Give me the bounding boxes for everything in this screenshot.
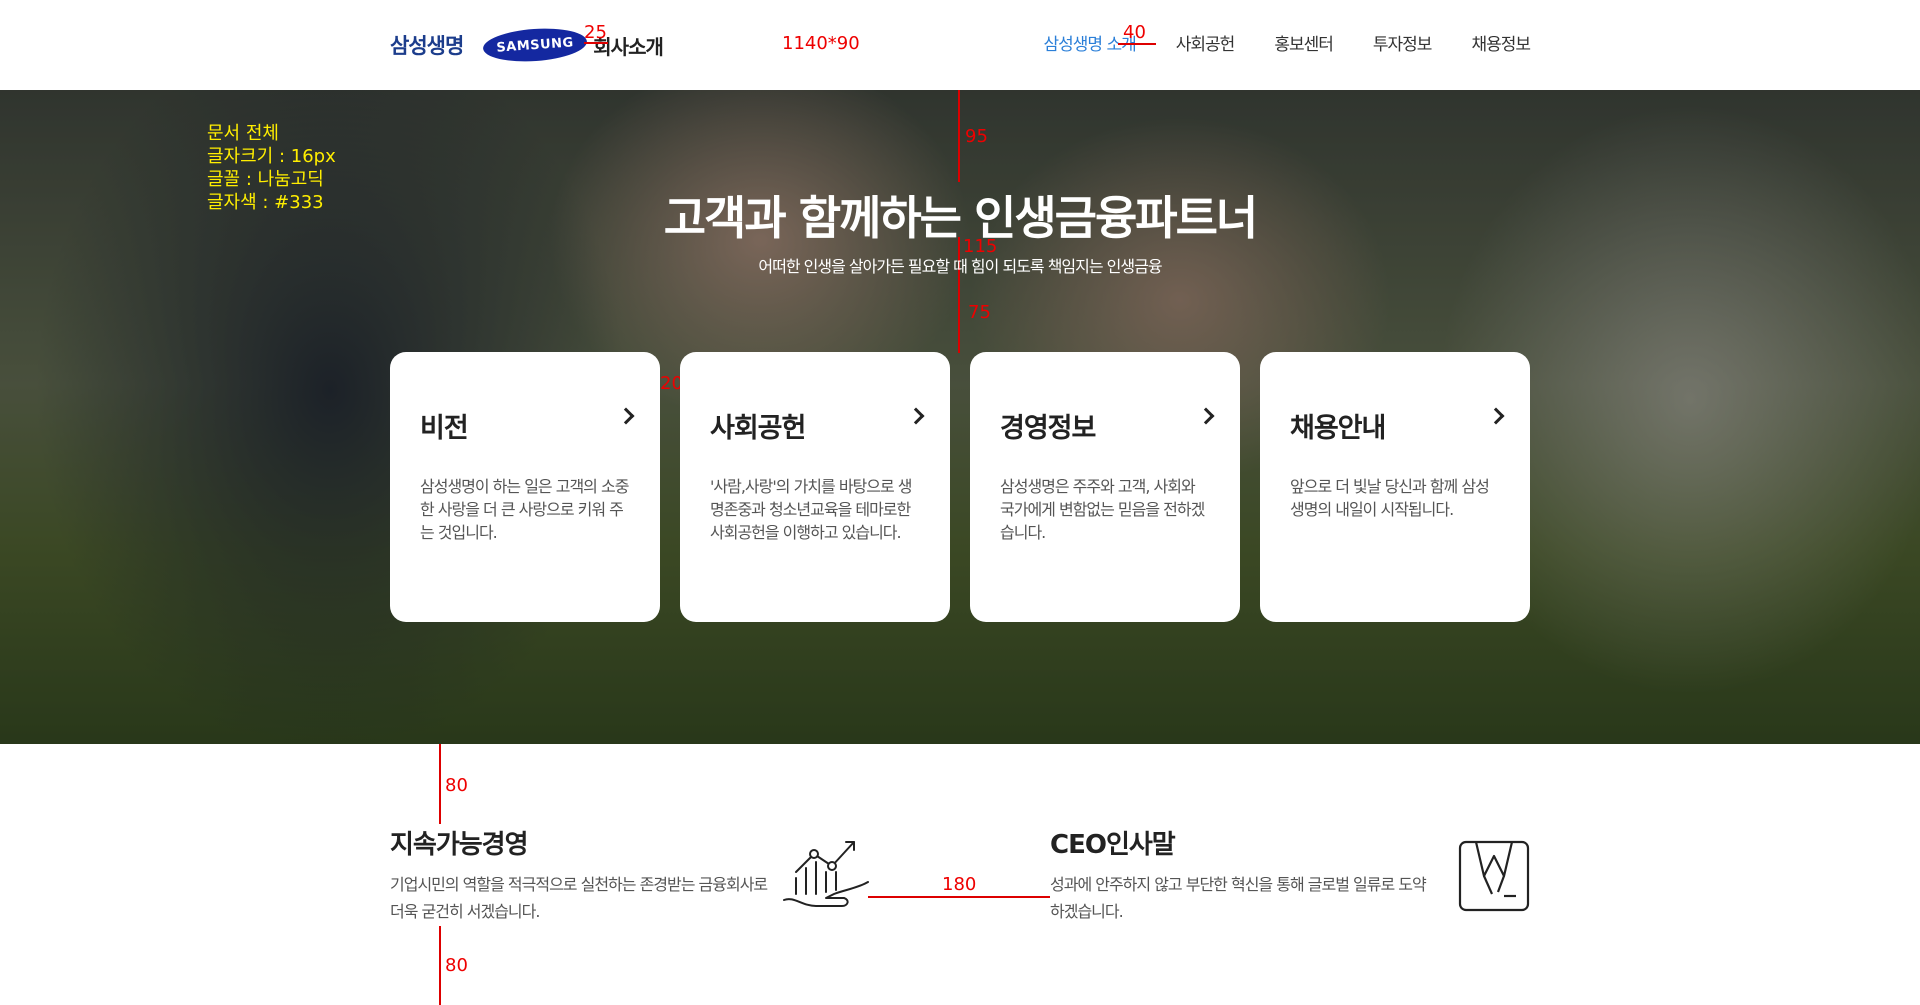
card-desc: 삼성생명은 주주와 고객, 사회와 국가에게 변함없는 믿음을 전하겠습니다. [1000, 477, 1205, 542]
annot-line [1118, 43, 1156, 45]
hero-subtitle: 어떠한 인생을 살아가든 필요할 때 힘이 되도록 책임지는 인생금융 [758, 257, 1162, 276]
hero-title: 고객과 함께하는 인생금융파트너 [663, 191, 1259, 245]
card-recruit[interactable]: 채용안내 앞으로 더 빛날 당신과 함께 삼성생명의 내일이 시작됩니다. [1260, 352, 1530, 622]
card-desc: 삼성생명이 하는 일은 고객의 소중한 사랑을 더 큰 사랑으로 키워 주는 것… [420, 477, 629, 542]
sustainable-item[interactable]: 지속가능경영 기업시민의 역할을 적극적으로 실천하는 존경받는 금융회사로 더… [390, 824, 770, 925]
logo-group[interactable]: 삼성생명 SAMSUNG 회사소개 [390, 25, 664, 65]
card-desc: 앞으로 더 빛날 당신과 함께 삼성생명의 내일이 시작됩니다. [1290, 477, 1490, 519]
annot-nav-gap: 40 [1123, 22, 1146, 43]
card-vision[interactable]: 비전 삼성생명이 하는 일은 고객의 소중한 사랑을 더 큰 사랑으로 키워 주… [390, 352, 660, 622]
annot-line [439, 744, 441, 824]
card-title: 사회공헌 [710, 413, 806, 444]
nav-item-social[interactable]: 사회공헌 [1176, 30, 1236, 55]
card-management[interactable]: 경영정보 삼성생명은 주주와 고객, 사회와 국가에게 변함없는 믿음을 전하겠… [970, 352, 1240, 622]
ceo-item[interactable]: CEO인사말 성과에 안주하지 않고 부단한 혁신을 통해 글로벌 일류로 도약… [1050, 824, 1430, 925]
main-nav: 삼성생명 소개 사회공헌 홍보센터 투자정보 채용정보 [1044, 30, 1531, 55]
nav-item-recruit[interactable]: 채용정보 [1471, 30, 1531, 55]
ceo-desc: 성과에 안주하지 않고 부단한 혁신을 통해 글로벌 일류로 도약하겠습니다. [1050, 875, 1427, 921]
card-title: 채용안내 [1290, 413, 1386, 444]
annot-line [439, 926, 441, 1005]
annot-section-top: 80 [445, 775, 468, 796]
suit-icon[interactable] [1458, 840, 1530, 916]
nav-item-pr[interactable]: 홍보센터 [1274, 30, 1334, 55]
hero-section: 고객과 함께하는 인생금융파트너 어떠한 인생을 살아가든 필요할 때 힘이 되… [0, 90, 1920, 744]
ceo-title: CEO인사말 [1050, 830, 1176, 860]
site-header: 삼성생명 SAMSUNG 회사소개 삼성생명 소개 사회공헌 홍보센터 투자정보… [0, 0, 1920, 90]
growth-hand-icon[interactable] [782, 838, 870, 918]
nav-item-investor[interactable]: 투자정보 [1373, 30, 1433, 55]
annot-header-size: 1140*90 [782, 33, 860, 54]
annot-line [868, 896, 1050, 898]
card-desc: '사람,사랑'의 가치를 바탕으로 생명존중과 청소년교육을 테마로한 사회공헌… [710, 477, 913, 542]
annot-line [584, 42, 608, 44]
annot-section-bottom: 80 [445, 955, 468, 976]
sustainable-title: 지속가능경영 [390, 830, 529, 860]
card-list: 비전 삼성생명이 하는 일은 고객의 소중한 사랑을 더 큰 사랑으로 키워 주… [390, 352, 1530, 622]
card-title: 경영정보 [1000, 413, 1096, 444]
sustainable-desc: 기업시민의 역할을 적극적으로 실천하는 존경받는 금융회사로 더욱 굳건히 서… [390, 875, 768, 921]
card-title: 비전 [420, 413, 469, 444]
card-social[interactable]: 사회공헌 '사람,사랑'의 가치를 바탕으로 생명존중과 청소년교육을 테마로한… [680, 352, 950, 622]
annot-item-gap: 180 [942, 874, 977, 895]
samsung-logo[interactable]: SAMSUNG [482, 25, 589, 65]
annot-logo-gap: 25 [584, 22, 607, 43]
logo-text[interactable]: 삼성생명 [390, 30, 464, 60]
